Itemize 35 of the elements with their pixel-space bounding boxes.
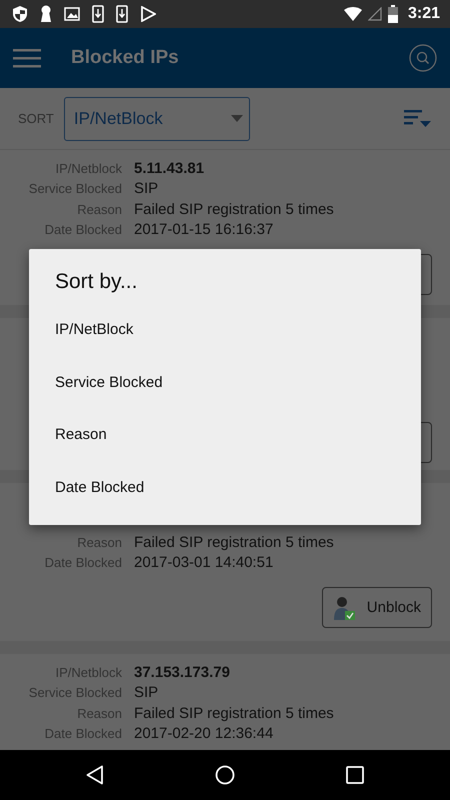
field-value: 2017-02-20 12:36:44 [134, 724, 274, 742]
image-icon [64, 6, 80, 22]
play-icon [140, 6, 156, 22]
sort-option[interactable]: Reason [55, 426, 421, 478]
user-check-icon [332, 596, 355, 620]
field-value: Failed SIP registration 5 times [134, 200, 334, 218]
sort-option[interactable]: Date Blocked [55, 478, 421, 531]
search-icon[interactable] [409, 44, 437, 72]
download-icon [92, 5, 104, 23]
battery-icon [388, 5, 398, 23]
field-value: Failed SIP registration 5 times [134, 704, 334, 722]
field-value: 2017-03-01 14:40:51 [134, 554, 274, 571]
recents-icon[interactable] [346, 766, 364, 784]
dialog-title: Sort by... [55, 270, 138, 294]
caret-icon [230, 115, 243, 122]
home-icon[interactable] [214, 765, 235, 785]
field-value: SIP [134, 180, 158, 198]
keyhole-icon [40, 5, 52, 23]
screen-title: Blocked IPs [71, 47, 180, 69]
field-value: 2017-01-15 16:16:37 [134, 220, 274, 238]
field-value: 37.153.173.79 [134, 664, 230, 681]
sort-order-icon[interactable] [404, 108, 432, 128]
sort-option[interactable]: IP/NetBlock [55, 321, 421, 374]
sort-option[interactable]: Service Blocked [55, 374, 421, 426]
sort-label: SORT [18, 111, 54, 126]
clock-time: 3:21 [408, 5, 440, 23]
field-value: SIP [134, 684, 158, 702]
menu-icon[interactable] [13, 48, 41, 68]
field-value: 5.11.43.81 [134, 160, 204, 177]
shield-icon [12, 5, 28, 23]
field-value: Failed SIP registration 5 times [134, 534, 334, 551]
wifi-icon [344, 7, 362, 21]
signal-icon [368, 7, 382, 21]
back-icon[interactable] [86, 765, 104, 785]
download-icon [116, 5, 128, 23]
